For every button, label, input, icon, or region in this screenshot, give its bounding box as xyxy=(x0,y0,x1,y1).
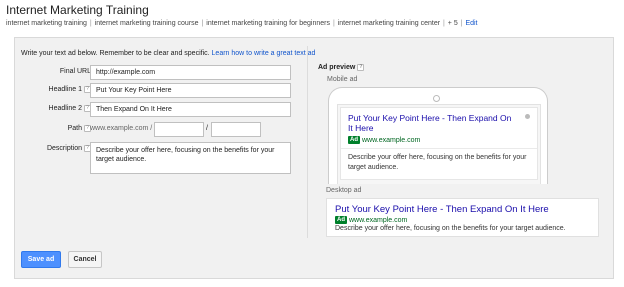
ad-badge: Ad xyxy=(335,216,347,224)
headline1-row: Headline 1? Put Your Key Point Here xyxy=(15,83,307,99)
mobile-ad-card: Put Your Key Point Here - Then Expand On… xyxy=(340,107,538,180)
keyword-item: internet marketing training xyxy=(6,20,87,27)
mobile-ad-url: Ad www.example.com xyxy=(348,136,420,144)
path-separator: / xyxy=(206,125,208,132)
preview-title: Ad preview xyxy=(318,64,356,71)
final-url-label: Final URL xyxy=(59,68,91,75)
intro-text: Write your text ad below. Remember to be… xyxy=(21,50,210,57)
mobile-display-url: www.example.com xyxy=(362,137,421,144)
path-label: Path xyxy=(67,125,82,132)
headline2-label: Headline 2 xyxy=(48,105,82,112)
description-label-wrap: Description? xyxy=(47,145,91,152)
path-label-wrap: Path? xyxy=(68,125,91,132)
mobile-ad-description: Describe your offer here, focusing on th… xyxy=(348,154,527,171)
headline1-input[interactable]: Put Your Key Point Here xyxy=(90,83,291,98)
headline2-row: Headline 2? Then Expand On It Here xyxy=(15,102,307,118)
headline2-input[interactable]: Then Expand On It Here xyxy=(90,102,291,117)
keyword-item: internet marketing training center xyxy=(337,20,441,27)
keyword-item: internet marketing training for beginner… xyxy=(206,20,330,27)
desktop-ad-description: Describe your offer here, focusing on th… xyxy=(335,225,566,232)
save-ad-button[interactable]: Save ad xyxy=(21,251,61,268)
ad-preview: Ad preview? Mobile ad Put Your Key Point… xyxy=(318,38,608,238)
preview-title-wrap: Ad preview? xyxy=(318,64,365,71)
keyword-separator: | xyxy=(441,20,447,27)
help-icon[interactable]: ? xyxy=(357,64,365,71)
learn-more-link[interactable]: Learn how to write a great text ad xyxy=(212,50,316,57)
keyword-separator: | xyxy=(331,20,337,27)
description-label: Description xyxy=(46,145,82,152)
info-icon xyxy=(525,114,530,119)
desktop-display-url: www.example.com xyxy=(349,217,408,224)
ad-badge: Ad xyxy=(348,136,360,144)
ad-group-header: Internet Marketing Training internet mar… xyxy=(6,3,618,29)
mobile-ad-label: Mobile ad xyxy=(327,76,358,83)
headline1-label-wrap: Headline 1? xyxy=(49,86,91,93)
desktop-ad-url: Ad www.example.com xyxy=(335,216,407,224)
edit-keywords-link[interactable]: Edit xyxy=(465,20,477,27)
ad-form: Write your text ad below. Remember to be… xyxy=(15,38,315,238)
action-bar: Save ad Cancel xyxy=(15,238,613,279)
path-row: Path? www.example.com / / xyxy=(15,122,307,138)
keywords-list: internet marketing training | internet m… xyxy=(6,19,618,29)
path-static-url: www.example.com / xyxy=(90,125,153,132)
phone-camera-icon xyxy=(433,95,440,102)
ad-editor-panel: Write your text ad below. Remember to be… xyxy=(14,37,614,279)
desktop-ad-headline: Put Your Key Point Here - Then Expand On… xyxy=(335,204,549,215)
mobile-ad-headline: Put Your Key Point Here - Then Expand On… xyxy=(348,113,512,133)
form-intro: Write your text ad below. Remember to be… xyxy=(21,50,315,57)
desktop-ad-label: Desktop ad xyxy=(326,187,362,194)
phone-frame: Put Your Key Point Here - Then Expand On… xyxy=(328,87,548,184)
final-url-row: Final URL http://example.com xyxy=(15,65,307,81)
ad-group-title: Internet Marketing Training xyxy=(6,3,149,17)
cancel-button[interactable]: Cancel xyxy=(68,251,102,268)
keyword-separator: | xyxy=(87,20,94,27)
keyword-more-count: + 5 xyxy=(447,20,458,27)
mobile-ad-divider xyxy=(341,148,537,149)
desktop-ad-card: Put Your Key Point Here - Then Expand On… xyxy=(326,198,599,237)
headline1-label: Headline 1 xyxy=(48,86,82,93)
headline2-label-wrap: Headline 2? xyxy=(49,105,91,112)
path2-input[interactable] xyxy=(211,122,261,137)
path1-input[interactable] xyxy=(154,122,204,137)
final-url-input[interactable]: http://example.com xyxy=(90,65,291,80)
panel-divider xyxy=(307,46,308,238)
description-input[interactable]: Describe your offer here, focusing on th… xyxy=(90,142,291,174)
keyword-item: internet marketing training course xyxy=(94,20,199,27)
phone-screen: Put Your Key Point Here - Then Expand On… xyxy=(337,104,541,184)
